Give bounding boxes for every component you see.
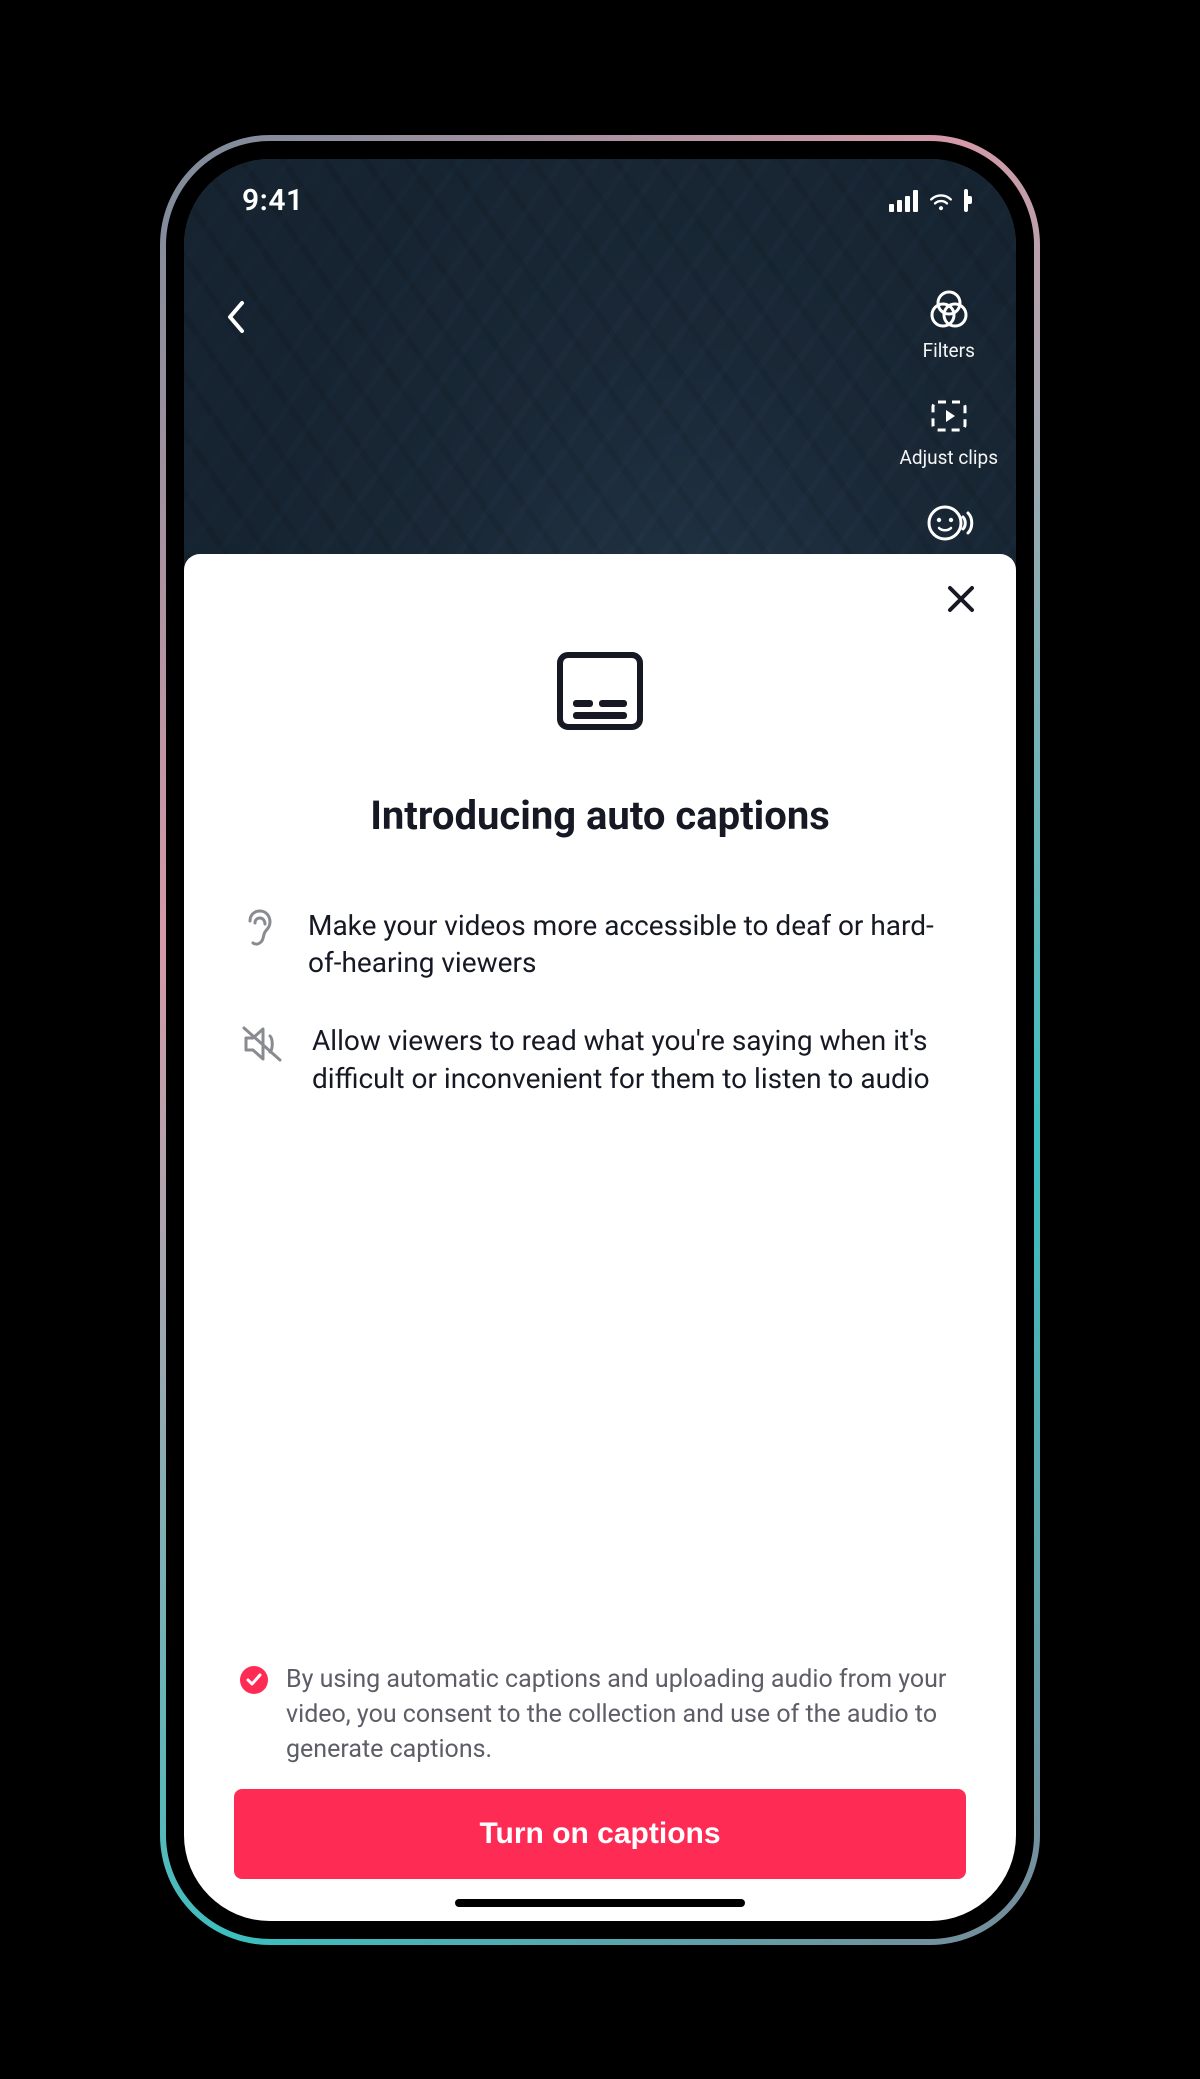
muted-audio-icon xyxy=(240,1024,284,1068)
home-indicator[interactable] xyxy=(455,1899,745,1907)
adjust-clips-tool[interactable]: Adjust clips xyxy=(899,396,998,469)
turn-on-captions-button[interactable]: Turn on captions xyxy=(234,1789,966,1879)
auto-captions-sheet: Introducing auto captions Make your vide… xyxy=(184,554,1016,1921)
benefit-text: Allow viewers to read what you're saying… xyxy=(312,1022,960,1098)
benefit-text: Make your videos more accessible to deaf… xyxy=(308,907,960,983)
side-toolbar: Filters Adjust clips xyxy=(899,289,998,547)
sheet-title: Introducing auto captions xyxy=(234,792,966,839)
cellular-icon xyxy=(889,190,918,212)
ear-icon xyxy=(240,909,280,957)
consent-text: By using automatic captions and uploadin… xyxy=(286,1662,960,1767)
back-button[interactable] xyxy=(224,299,246,339)
benefits-list: Make your videos more accessible to deaf… xyxy=(234,907,966,1098)
adjust-clips-label: Adjust clips xyxy=(899,446,998,469)
captions-icon xyxy=(555,650,645,736)
battery-icon xyxy=(964,191,968,210)
adjust-clips-icon xyxy=(927,396,971,440)
voice-effects-icon xyxy=(923,503,975,547)
voice-effects-tool[interactable] xyxy=(923,503,975,547)
filters-label: Filters xyxy=(923,339,975,362)
screen: 9:41 xyxy=(184,159,1016,1921)
status-time: 9:41 xyxy=(242,183,304,218)
status-bar: 9:41 xyxy=(184,159,1016,229)
filters-icon xyxy=(927,289,971,333)
benefit-accessibility: Make your videos more accessible to deaf… xyxy=(240,907,960,983)
consent-checkbox[interactable] xyxy=(240,1666,268,1694)
phone-bezel: 9:41 xyxy=(166,141,1034,1939)
filters-tool[interactable]: Filters xyxy=(923,289,975,362)
status-indicators xyxy=(889,190,968,212)
benefit-muted: Allow viewers to read what you're saying… xyxy=(240,1022,960,1098)
close-button[interactable] xyxy=(946,584,976,618)
phone-frame: 9:41 xyxy=(160,135,1040,1945)
wifi-icon xyxy=(928,190,954,212)
consent-row: By using automatic captions and uploadin… xyxy=(234,1662,966,1767)
